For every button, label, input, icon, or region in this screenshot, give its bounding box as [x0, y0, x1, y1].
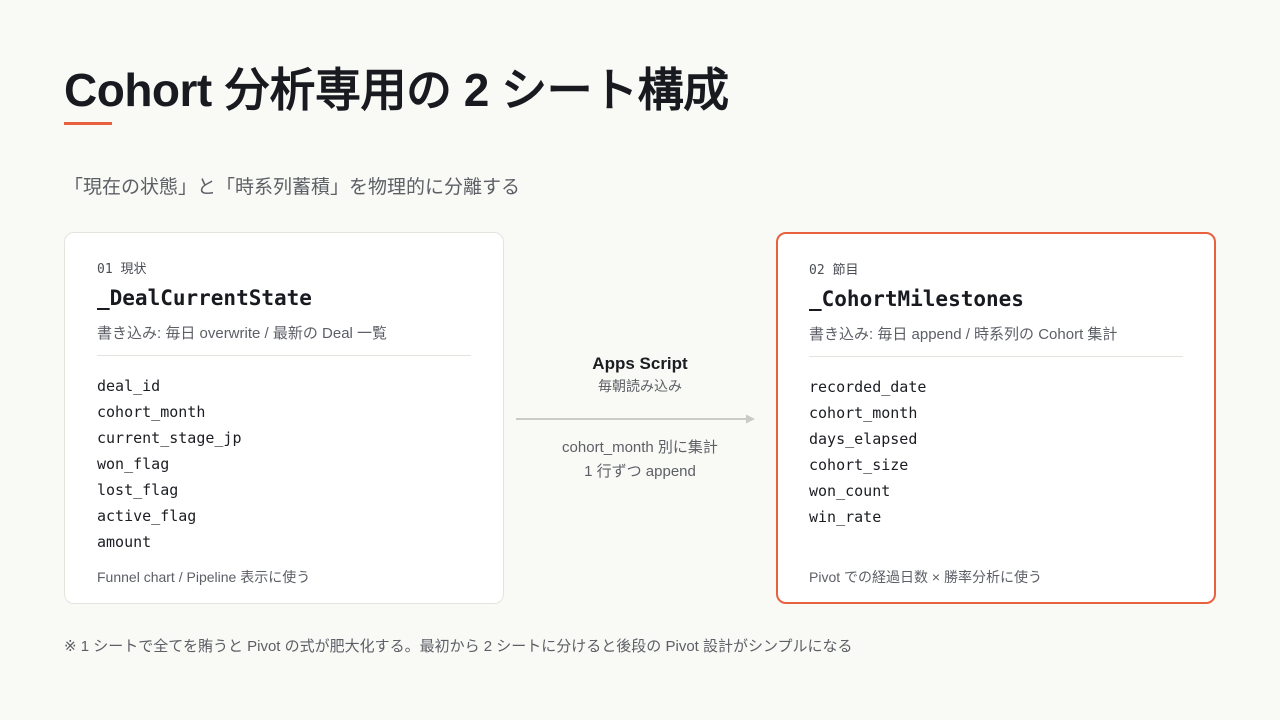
card-footer: Funnel chart / Pipeline 表示に使う: [97, 569, 311, 585]
card-divider: [97, 355, 471, 356]
field-item: won_count: [809, 482, 891, 500]
flow-note-line: 1 行ずつ append: [584, 463, 696, 480]
field-list: recorded_date cohort_month days_elapsed …: [809, 374, 926, 530]
sheet-description: 書き込み: 毎日 append / 時系列の Cohort 集計: [809, 326, 1118, 343]
field-item: lost_flag: [97, 481, 179, 499]
flow-title: Apps Script: [592, 354, 688, 373]
card-divider: [809, 356, 1183, 357]
field-list: deal_id cohort_month current_stage_jp wo…: [97, 373, 242, 555]
card-footer: Pivot での経過日数 × 勝率分析に使う: [809, 569, 1042, 585]
flow-note: cohort_month 別に集計 1 行ずつ append: [514, 436, 766, 484]
field-item: won_flag: [97, 455, 170, 473]
field-item: recorded_date: [809, 378, 927, 396]
page-subtitle: 「現在の状態」と「時系列蓄積」を物理的に分離する: [64, 177, 521, 198]
page-title: Cohort 分析専用の 2 シート構成: [64, 64, 729, 116]
card-number: 01 現状: [97, 262, 147, 277]
field-item: amount: [97, 533, 152, 551]
field-item: active_flag: [97, 507, 197, 525]
cohort-milestones-card: 02 節目 _CohortMilestones 書き込み: 毎日 append …: [776, 232, 1216, 604]
field-item: win_rate: [809, 508, 882, 526]
card-number: 02 節目: [809, 263, 859, 278]
field-item: days_elapsed: [809, 430, 918, 448]
field-item: cohort_month: [809, 404, 918, 422]
title-accent-bar: [64, 122, 112, 125]
field-item: current_stage_jp: [97, 429, 242, 447]
sheet-name: _CohortMilestones: [809, 287, 1024, 311]
flow-subtitle: 毎朝読み込み: [598, 378, 682, 394]
field-item: cohort_size: [809, 456, 909, 474]
current-state-card: 01 現状 _DealCurrentState 書き込み: 毎日 overwri…: [64, 232, 504, 604]
field-item: deal_id: [97, 377, 161, 395]
sheet-name: _DealCurrentState: [97, 286, 312, 310]
arrow-right-icon: [516, 414, 755, 424]
sheet-description: 書き込み: 毎日 overwrite / 最新の Deal 一覧: [97, 325, 388, 342]
flow-label: Apps Script 毎朝読み込み: [514, 352, 766, 396]
field-item: cohort_month: [97, 403, 206, 421]
flow-note-line: cohort_month 別に集計: [562, 439, 718, 456]
footnote: ※ 1 シートで全てを賄うと Pivot の式が肥大化する。最初から 2 シート…: [64, 638, 853, 655]
